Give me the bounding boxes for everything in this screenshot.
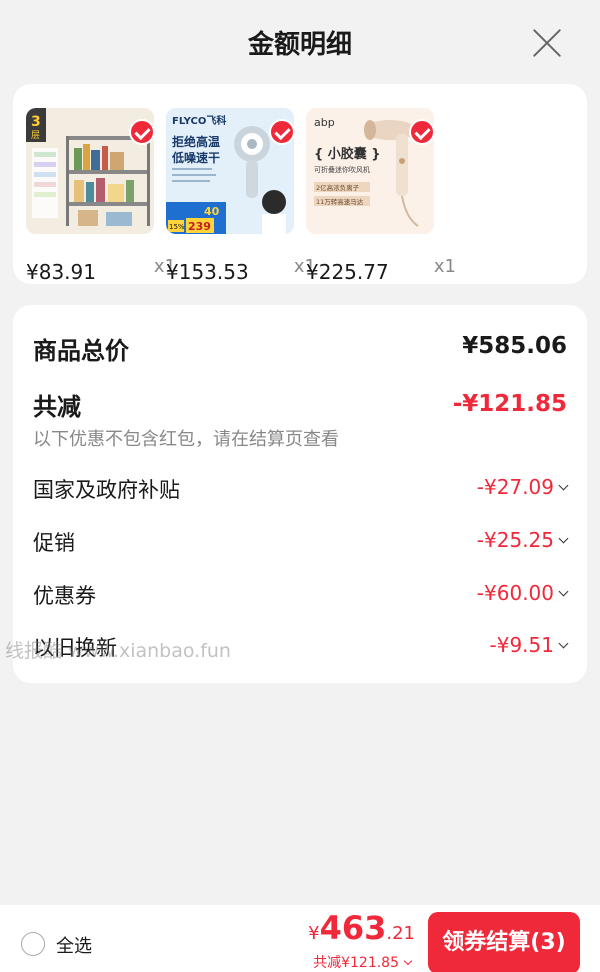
product-quantity: x1 <box>433 256 456 277</box>
final-total: ¥463.21 <box>308 909 415 947</box>
subline-1: 可折叠迷你吹风机 <box>314 165 370 174</box>
subsidy-row[interactable]: -¥27.09 <box>476 475 569 499</box>
chevron-down-icon[interactable] <box>558 533 569 544</box>
chevron-down-icon[interactable] <box>558 638 569 649</box>
close-icon[interactable] <box>532 28 562 58</box>
promo-percent: 15% <box>169 223 185 231</box>
brand-text: FLYCO飞科 <box>172 114 226 127</box>
subsidy-value: -¥27.09 <box>476 475 554 499</box>
price-detail-card: 商品总价 ¥585.06 共减 -¥121.85 以下优惠不包含红包，请在结算页… <box>13 305 587 683</box>
product-item[interactable]: 3 层 ¥83.91 x1 <box>26 108 176 284</box>
subline-3: 11万转高速马达 <box>316 197 364 206</box>
total-price-label: 商品总价 <box>33 337 129 365</box>
total-integer: 463 <box>319 909 387 947</box>
selected-check-icon[interactable] <box>409 119 435 145</box>
sheet-header: 金额明细 <box>0 0 600 84</box>
chevron-down-icon[interactable] <box>558 586 569 597</box>
subsidy-label: 国家及政府补贴 <box>33 478 180 502</box>
coupon-row[interactable]: -¥60.00 <box>476 581 569 605</box>
promotion-label: 促销 <box>33 531 75 555</box>
headline-1: 拒绝高温 <box>172 134 220 149</box>
promo-price: 239 <box>188 220 211 233</box>
headline-2: 低噪速干 <box>171 150 220 165</box>
product-price: ¥225.77 <box>306 260 389 284</box>
selected-check-icon[interactable] <box>129 119 155 145</box>
checkout-bar: 全选 ¥463.21 共减¥121.85 领券结算(3) <box>0 905 600 972</box>
subline-2: 2亿高浓负离子 <box>316 183 360 192</box>
product-item[interactable]: abp { 小胶囊 } 可折叠迷你吹风机 2亿高浓负离子 11万转高速马达 ¥2… <box>306 108 456 284</box>
brand-text: abp <box>314 116 335 129</box>
coupon-label: 优惠券 <box>33 584 96 608</box>
badge-unit: 层 <box>31 130 40 141</box>
discount-value: -¥121.85 <box>452 391 567 417</box>
promo-tag: 40 <box>204 205 220 218</box>
promotion-row[interactable]: -¥25.25 <box>476 528 569 552</box>
sheet-title: 金额明细 <box>247 30 352 60</box>
amount-detail-sheet: 金额明细 3 层 ¥83.91 x1 FLYCO飞科 拒绝高温 低噪速干 15%… <box>0 0 600 972</box>
discount-note: 以下优惠不包含红包，请在结算页查看 <box>33 429 339 450</box>
reduced-amount-text: 共减¥121.85 <box>313 955 399 971</box>
product-item[interactable]: FLYCO飞科 拒绝高温 低噪速干 15% 239 40 ¥153.53 x1 <box>166 108 316 284</box>
reduced-amount[interactable]: 共减¥121.85 <box>313 952 413 972</box>
discount-label: 共减 <box>33 393 81 421</box>
products-card: 3 层 ¥83.91 x1 FLYCO飞科 拒绝高温 低噪速干 15% 239 … <box>13 84 587 284</box>
select-all-label[interactable]: 全选 <box>56 932 92 958</box>
checkout-button[interactable]: 领券结算(3) <box>428 912 580 972</box>
headline: { 小胶囊 } <box>314 146 381 162</box>
watermark: 线报酷 www.xianbao.fun <box>5 640 231 662</box>
currency-symbol: ¥ <box>308 923 320 944</box>
trade-in-row[interactable]: -¥9.51 <box>489 633 569 657</box>
total-price-value: ¥585.06 <box>462 333 567 359</box>
coupon-value: -¥60.00 <box>476 581 554 605</box>
trade-in-value: -¥9.51 <box>489 633 554 657</box>
total-decimal: .21 <box>386 923 415 944</box>
select-all-radio[interactable] <box>21 932 45 956</box>
product-price: ¥83.91 <box>26 260 96 284</box>
badge-number: 3 <box>31 114 41 130</box>
chevron-down-icon[interactable] <box>403 956 413 966</box>
chevron-down-icon[interactable] <box>558 480 569 491</box>
promotion-value: -¥25.25 <box>476 528 554 552</box>
selected-check-icon[interactable] <box>269 119 295 145</box>
product-price: ¥153.53 <box>166 260 249 284</box>
